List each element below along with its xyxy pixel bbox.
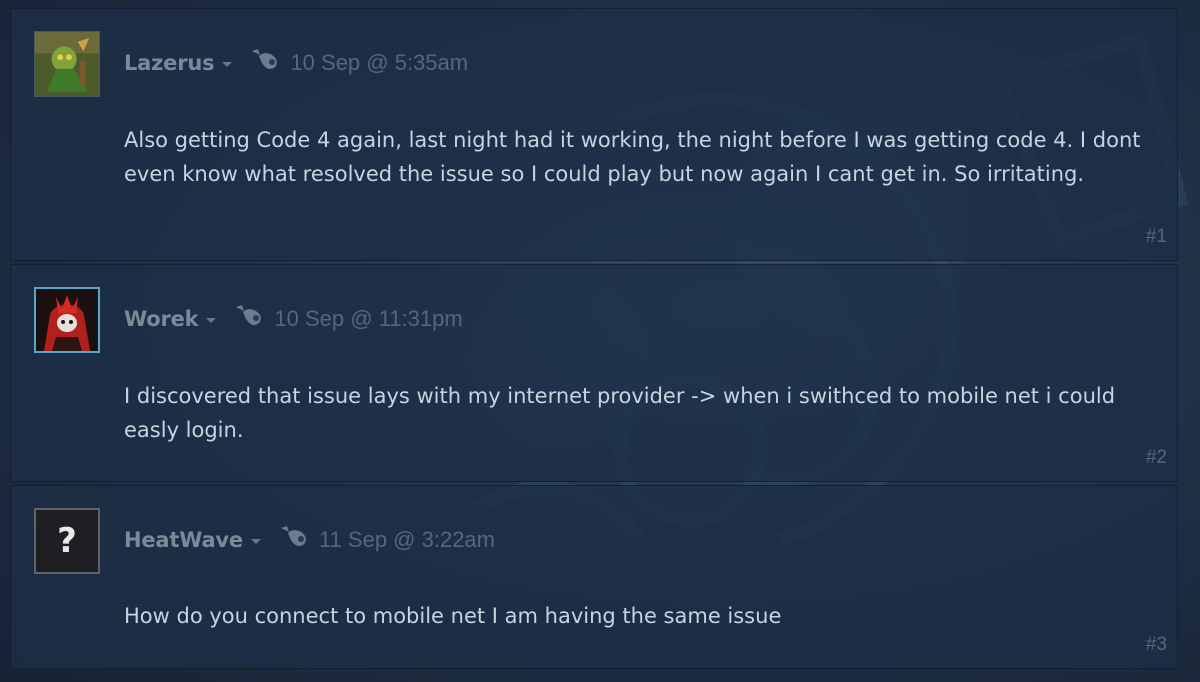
author-avatar[interactable] — [34, 31, 100, 97]
comment-text: I discovered that issue lays with my int… — [124, 384, 1116, 442]
author-name[interactable]: Worek — [124, 307, 199, 331]
author-avatar[interactable]: ? — [34, 508, 100, 574]
comment: ? HeatWave 11 Sep @ 3:22am How do you co… — [10, 485, 1178, 669]
award-icon[interactable] — [277, 524, 309, 550]
comment-number[interactable]: #1 — [1146, 226, 1167, 248]
comment: Worek 10 Sep @ 11:31pm I discovered that… — [10, 264, 1178, 482]
comment-text: How do you connect to mobile net I am ha… — [124, 604, 782, 628]
comment-number[interactable]: #3 — [1146, 634, 1167, 656]
comment-timestamp[interactable]: 11 Sep @ 3:22am — [319, 527, 495, 553]
comment-number[interactable]: #2 — [1146, 447, 1167, 469]
author-dropdown-icon[interactable] — [250, 539, 261, 544]
author-dropdown-icon[interactable] — [206, 318, 217, 323]
comment: Lazerus 10 Sep @ 5:35am Also getting Cod… — [10, 8, 1178, 261]
comment-timestamp[interactable]: 10 Sep @ 11:31pm — [274, 306, 462, 332]
comment-thread: Lazerus 10 Sep @ 5:35am Also getting Cod… — [10, 8, 1178, 672]
award-icon[interactable] — [248, 47, 280, 73]
comment-timestamp[interactable]: 10 Sep @ 5:35am — [290, 50, 468, 76]
author-name[interactable]: Lazerus — [124, 51, 215, 75]
goblin-avatar-icon — [35, 32, 99, 96]
award-icon[interactable] — [232, 303, 264, 329]
author-dropdown-icon[interactable] — [222, 62, 233, 67]
red-hood-avatar-icon — [36, 289, 98, 351]
comment-text: Also getting Code 4 again, last night ha… — [124, 128, 1141, 186]
author-name[interactable]: HeatWave — [124, 528, 243, 552]
author-avatar[interactable] — [34, 287, 100, 353]
question-mark-icon: ? — [57, 521, 77, 561]
